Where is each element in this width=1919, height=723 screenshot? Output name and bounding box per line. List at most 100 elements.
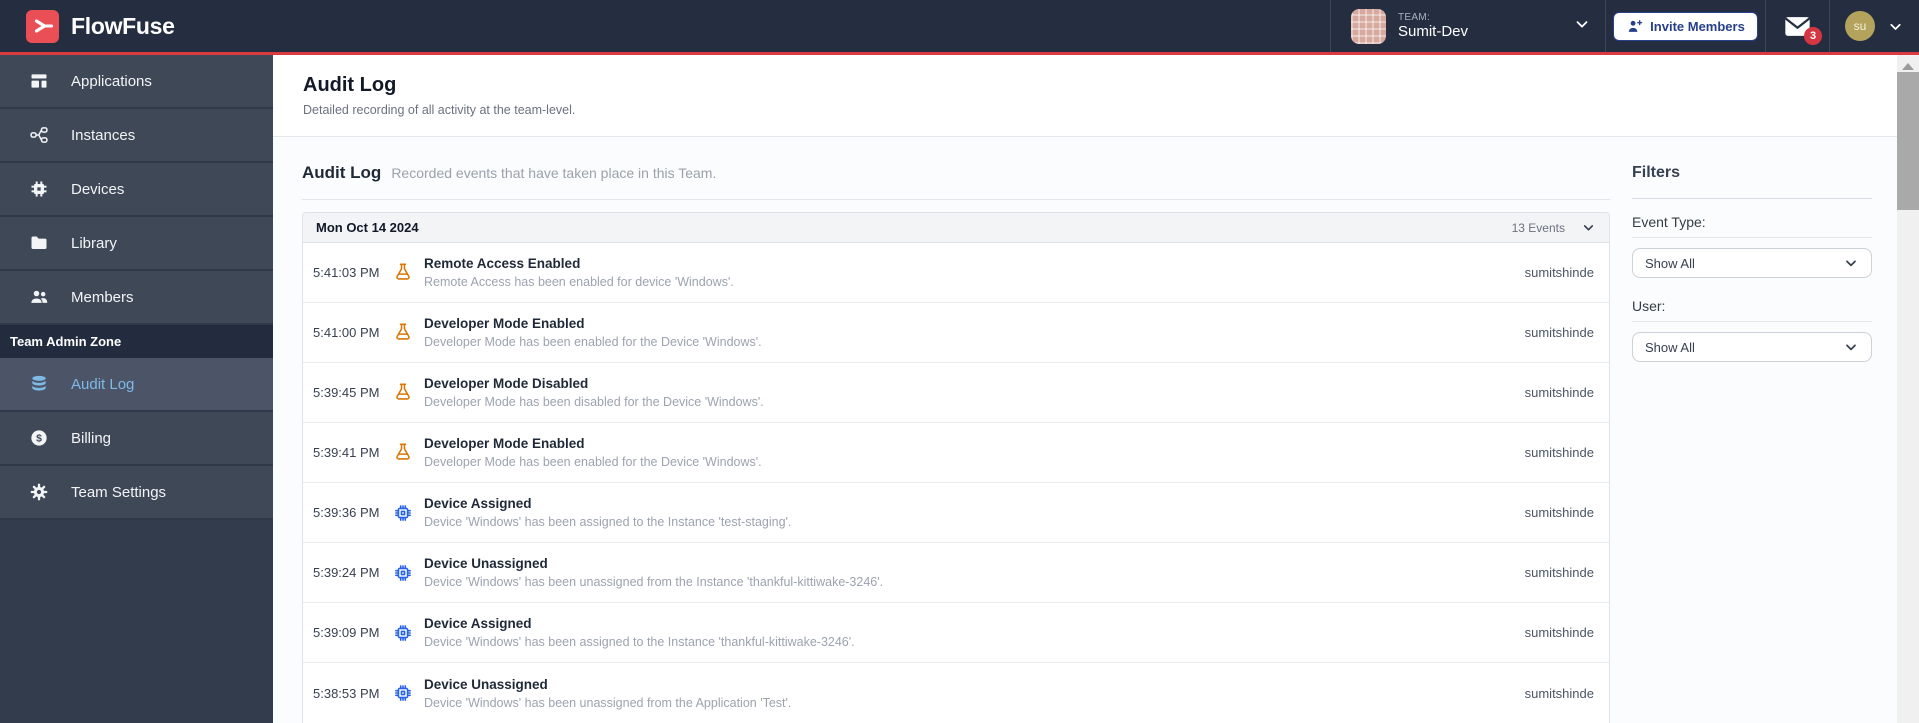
sidebar-item-label: Members xyxy=(71,288,134,306)
team-avatar xyxy=(1351,8,1386,44)
chip-icon xyxy=(391,682,415,704)
sidebar-item-label: Billing xyxy=(71,429,112,447)
event-user: sumitshinde xyxy=(1524,445,1594,460)
event-description: Developer Mode has been enabled for the … xyxy=(424,335,762,349)
event-user: sumitshinde xyxy=(1524,625,1594,640)
dollar-icon: $ xyxy=(28,428,49,448)
audit-event-row: 5:39:09 PM Device Assigned Device 'Windo… xyxy=(303,603,1609,663)
audit-event-row: 5:41:00 PM Developer Mode Enabled Develo… xyxy=(303,303,1609,363)
scrollbar-thumb[interactable] xyxy=(1897,72,1919,210)
event-type-label: Event Type: xyxy=(1632,214,1872,238)
audit-event-row: 5:41:03 PM Remote Access Enabled Remote … xyxy=(303,243,1609,303)
event-title: Device Assigned xyxy=(424,616,532,631)
filters-divider xyxy=(1632,198,1872,199)
sidebar-item-members[interactable]: Members xyxy=(0,271,273,325)
filters-panel: Filters Event Type: Show All User: Show … xyxy=(1632,137,1872,362)
event-time: 5:39:36 PM xyxy=(313,505,380,520)
audit-event-row: 5:39:41 PM Developer Mode Enabled Develo… xyxy=(303,423,1609,483)
sidebar-item-audit-log[interactable]: Audit Log xyxy=(0,358,273,412)
brand[interactable]: FlowFuse xyxy=(0,0,175,52)
flowfuse-logo-icon xyxy=(26,9,59,43)
event-title: Remote Access Enabled xyxy=(424,256,581,271)
event-title: Developer Mode Enabled xyxy=(424,316,585,331)
sidebar-item-applications[interactable]: Applications xyxy=(0,55,273,109)
audit-log-table: Mon Oct 14 2024 13 Events 5:41:03 PM Rem… xyxy=(302,212,1610,723)
event-description: Device 'Windows' has been assigned to th… xyxy=(424,635,855,649)
audit-log-panel: Audit Log Recorded events that have take… xyxy=(302,137,1610,723)
section-divider xyxy=(302,199,1610,200)
event-time: 5:41:00 PM xyxy=(313,325,380,340)
date-group-header[interactable]: Mon Oct 14 2024 13 Events xyxy=(303,213,1609,243)
event-description: Device 'Windows' has been unassigned fro… xyxy=(424,575,884,589)
event-title: Device Unassigned xyxy=(424,676,548,692)
template-icon xyxy=(28,71,49,91)
sidebar-item-team-settings[interactable]: Team Settings xyxy=(0,466,273,520)
event-title: Developer Mode Enabled xyxy=(424,436,585,451)
user-menu[interactable]: su xyxy=(1829,0,1919,52)
chevron-down-icon xyxy=(1573,15,1591,38)
page-subtitle: Detailed recording of all activity at th… xyxy=(303,103,576,117)
user-filter-label: User: xyxy=(1632,298,1872,322)
section-title: Audit Log xyxy=(302,163,382,182)
instances-icon xyxy=(28,125,49,145)
event-description: Device 'Windows' has been assigned to th… xyxy=(424,515,792,529)
folder-icon xyxy=(28,233,49,253)
event-user: sumitshinde xyxy=(1524,265,1594,280)
user-plus-icon xyxy=(1626,18,1643,35)
sidebar: Applications Instances Devices Library M… xyxy=(0,55,273,723)
invite-members-label: Invite Members xyxy=(1650,18,1745,34)
event-type-select[interactable]: Show All xyxy=(1632,248,1872,278)
team-admin-zone-label: Team Admin Zone xyxy=(0,325,273,358)
sidebar-item-label: Library xyxy=(71,234,117,252)
events-count: 13 Events xyxy=(1511,220,1565,235)
main-content: Audit Log Detailed recording of all acti… xyxy=(273,55,1897,723)
notification-badge: 3 xyxy=(1804,26,1822,45)
invite-members-button[interactable]: Invite Members xyxy=(1613,11,1758,41)
event-time: 5:38:53 PM xyxy=(313,685,380,701)
audit-event-row: 5:39:24 PM Device Unassigned Device 'Win… xyxy=(303,543,1609,603)
event-time: 5:41:03 PM xyxy=(313,265,380,280)
audit-event-row: 5:39:45 PM Developer Mode Disabled Devel… xyxy=(303,363,1609,423)
event-user: sumitshinde xyxy=(1524,685,1594,701)
event-rows: 5:41:03 PM Remote Access Enabled Remote … xyxy=(303,243,1609,723)
event-description: Device 'Windows' has been unassigned fro… xyxy=(424,695,792,710)
user-avatar: su xyxy=(1845,11,1875,41)
sidebar-item-instances[interactable]: Instances xyxy=(0,109,273,163)
flask-icon xyxy=(391,382,415,404)
event-time: 5:39:45 PM xyxy=(313,385,380,400)
sidebar-item-devices[interactable]: Devices xyxy=(0,163,273,217)
user-filter-select[interactable]: Show All xyxy=(1632,332,1872,362)
flask-icon xyxy=(391,442,415,464)
section-description: Recorded events that have taken place in… xyxy=(391,165,717,181)
scrollbar-up-arrow[interactable] xyxy=(1902,63,1914,70)
sidebar-item-library[interactable]: Library xyxy=(0,217,273,271)
team-label: TEAM: xyxy=(1398,11,1431,23)
svg-text:$: $ xyxy=(36,434,42,445)
flask-icon xyxy=(391,262,415,284)
event-time: 5:39:09 PM xyxy=(313,625,380,640)
event-description: Developer Mode has been enabled for the … xyxy=(424,455,762,469)
team-selector[interactable]: TEAM: Sumit-Dev xyxy=(1330,0,1605,52)
accent-divider xyxy=(0,52,1919,55)
chevron-down-icon[interactable] xyxy=(1581,220,1596,235)
event-time: 5:39:24 PM xyxy=(313,565,380,580)
sidebar-item-label: Team Settings xyxy=(71,483,167,501)
event-user: sumitshinde xyxy=(1524,325,1594,340)
gear-icon xyxy=(28,482,49,502)
sidebar-item-label: Audit Log xyxy=(71,375,135,393)
notifications-button[interactable]: 3 xyxy=(1765,0,1829,52)
chevron-down-icon xyxy=(1843,255,1859,271)
sidebar-item-label: Devices xyxy=(71,180,125,198)
page-scrollbar[interactable] xyxy=(1897,55,1919,723)
event-title: Device Unassigned xyxy=(424,556,548,571)
user-filter-value: Show All xyxy=(1645,339,1695,355)
event-description: Developer Mode has been disabled for the… xyxy=(424,395,764,409)
sidebar-item-billing[interactable]: $ Billing xyxy=(0,412,273,466)
chip-icon xyxy=(391,562,415,584)
event-description: Remote Access has been enabled for devic… xyxy=(424,275,734,289)
event-time: 5:39:41 PM xyxy=(313,445,380,460)
database-icon xyxy=(28,374,49,394)
event-user: sumitshinde xyxy=(1524,505,1594,520)
sidebar-item-label: Applications xyxy=(71,72,152,90)
flask-icon xyxy=(391,322,415,344)
